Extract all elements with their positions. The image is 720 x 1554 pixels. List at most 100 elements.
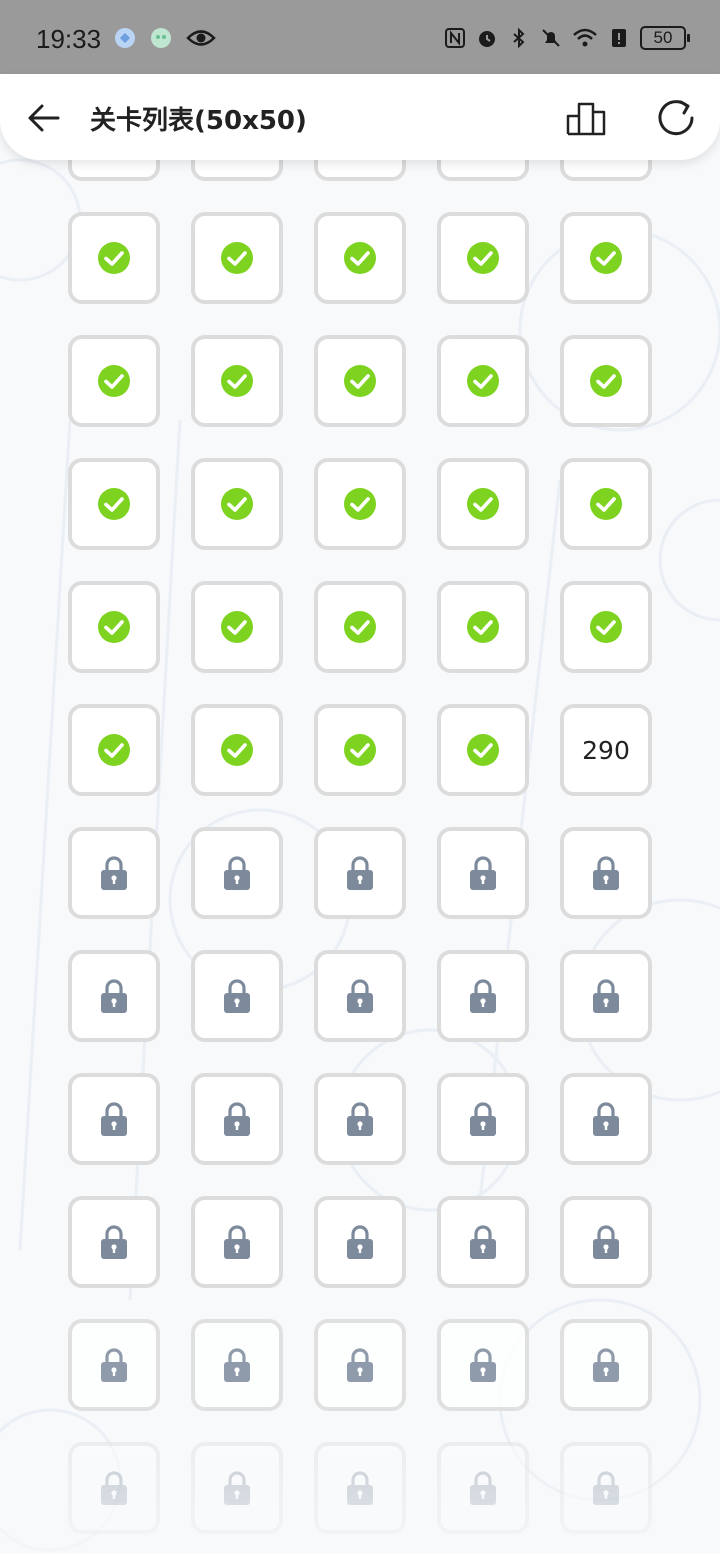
check-circle-icon — [344, 734, 376, 766]
lock-icon — [347, 1225, 373, 1259]
lock-icon — [224, 1102, 250, 1136]
level-cell-completed[interactable] — [560, 581, 652, 673]
level-cell-completed[interactable] — [68, 581, 160, 673]
lock-icon — [347, 856, 373, 890]
lock-icon — [224, 856, 250, 890]
check-circle-icon — [98, 488, 130, 520]
leaderboard-podium-icon[interactable] — [564, 96, 608, 140]
check-circle-icon — [221, 242, 253, 274]
level-cell-locked — [191, 827, 283, 919]
level-cell-locked — [314, 827, 406, 919]
level-cell-completed[interactable] — [560, 212, 652, 304]
level-cell-locked — [191, 950, 283, 1042]
lock-icon — [470, 1348, 496, 1382]
level-cell-completed[interactable] — [314, 458, 406, 550]
level-cell-locked — [437, 1442, 529, 1534]
level-cell-locked — [191, 1319, 283, 1411]
level-cell-locked — [68, 1319, 160, 1411]
level-cell-completed[interactable] — [68, 212, 160, 304]
lock-icon — [470, 1471, 496, 1505]
level-cell-locked — [560, 950, 652, 1042]
lock-icon — [470, 856, 496, 890]
check-circle-icon — [590, 611, 622, 643]
level-cell-completed[interactable] — [314, 581, 406, 673]
level-cell-completed[interactable] — [191, 581, 283, 673]
level-cell-locked — [560, 1196, 652, 1288]
level-cell-completed[interactable] — [437, 581, 529, 673]
check-circle-icon — [344, 242, 376, 274]
check-circle-icon — [98, 242, 130, 274]
level-cell-locked — [314, 1442, 406, 1534]
lock-icon — [593, 1102, 619, 1136]
level-cell-completed[interactable] — [560, 458, 652, 550]
refresh-icon[interactable] — [654, 96, 698, 140]
level-cell-locked — [314, 1073, 406, 1165]
lock-icon — [224, 1471, 250, 1505]
level-cell-locked — [437, 1319, 529, 1411]
lock-icon — [470, 1225, 496, 1259]
check-circle-icon — [98, 611, 130, 643]
level-cell-completed[interactable] — [437, 458, 529, 550]
check-circle-icon — [344, 365, 376, 397]
level-cell-completed[interactable] — [314, 212, 406, 304]
level-cell-locked — [314, 1196, 406, 1288]
lock-icon — [101, 856, 127, 890]
level-cell-locked — [314, 950, 406, 1042]
check-circle-icon — [98, 734, 130, 766]
top-app-bar: 关卡列表(50x50) — [0, 74, 720, 160]
lock-icon — [101, 1225, 127, 1259]
level-cell-completed[interactable] — [437, 704, 529, 796]
level-cell-completed[interactable] — [68, 458, 160, 550]
back-arrow-icon[interactable] — [24, 98, 64, 138]
lock-icon — [101, 979, 127, 1013]
level-cell-locked — [560, 827, 652, 919]
level-cell-completed[interactable] — [191, 212, 283, 304]
level-cell-locked — [191, 1196, 283, 1288]
level-cell-completed[interactable] — [191, 704, 283, 796]
lock-icon — [593, 979, 619, 1013]
level-cell-completed[interactable] — [68, 704, 160, 796]
level-cell-locked — [68, 1196, 160, 1288]
lock-icon — [347, 1471, 373, 1505]
level-cell-locked — [68, 827, 160, 919]
level-cell-locked — [437, 1196, 529, 1288]
check-circle-icon — [590, 365, 622, 397]
lock-icon — [101, 1102, 127, 1136]
level-cell-locked — [314, 1319, 406, 1411]
level-cell-current[interactable]: 290 — [560, 704, 652, 796]
lock-icon — [101, 1348, 127, 1382]
level-cell-completed[interactable] — [437, 335, 529, 427]
level-grid: 290 — [0, 0, 720, 1554]
check-circle-icon — [590, 488, 622, 520]
lock-icon — [224, 1348, 250, 1382]
check-circle-icon — [467, 488, 499, 520]
check-circle-icon — [344, 488, 376, 520]
level-cell-completed[interactable] — [191, 335, 283, 427]
level-cell-completed[interactable] — [560, 335, 652, 427]
level-cell-locked — [560, 1442, 652, 1534]
lock-icon — [593, 1471, 619, 1505]
level-cell-locked — [68, 1442, 160, 1534]
level-cell-completed[interactable] — [314, 704, 406, 796]
level-cell-locked — [68, 950, 160, 1042]
check-circle-icon — [221, 734, 253, 766]
check-circle-icon — [590, 242, 622, 274]
check-circle-icon — [98, 365, 130, 397]
level-cell-completed[interactable] — [314, 335, 406, 427]
current-level-number: 290 — [582, 735, 630, 765]
check-circle-icon — [221, 488, 253, 520]
level-cell-locked — [560, 1319, 652, 1411]
check-circle-icon — [221, 365, 253, 397]
level-cell-locked — [437, 827, 529, 919]
level-cell-completed[interactable] — [437, 212, 529, 304]
lock-icon — [470, 1102, 496, 1136]
level-cell-locked — [191, 1073, 283, 1165]
lock-icon — [470, 979, 496, 1013]
check-circle-icon — [221, 611, 253, 643]
lock-icon — [224, 979, 250, 1013]
level-cell-completed[interactable] — [191, 458, 283, 550]
lock-icon — [224, 1225, 250, 1259]
lock-icon — [347, 1348, 373, 1382]
level-cell-completed[interactable] — [68, 335, 160, 427]
lock-icon — [101, 1471, 127, 1505]
